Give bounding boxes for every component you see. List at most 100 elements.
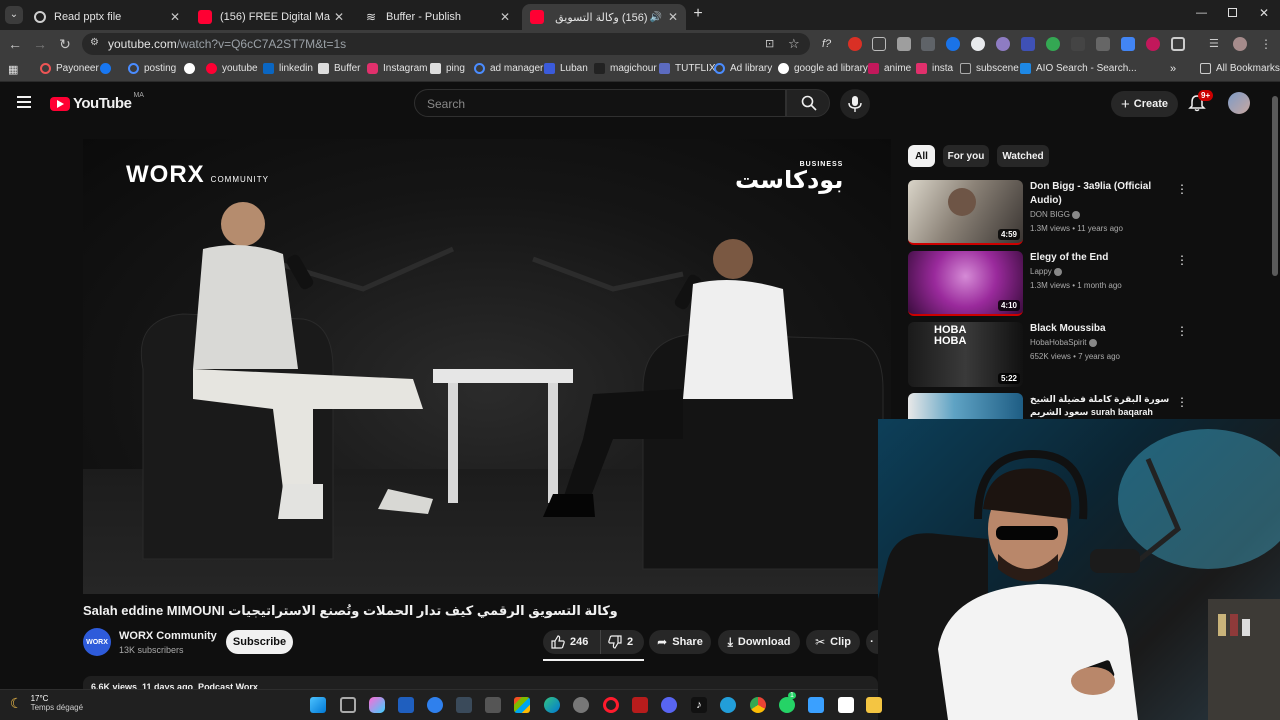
bookmark-anime[interactable]: anime [868,63,911,74]
bookmark-payoneer[interactable]: Payoneer [40,63,99,74]
extension-icon[interactable]: f? [822,37,836,51]
like-button[interactable]: 246 [543,630,601,654]
bookmark-ad-library[interactable]: Ad library [714,63,772,74]
download-button[interactable]: ⤓ Download [718,630,800,654]
more-actions-button[interactable]: · [866,630,878,654]
bookmarks-overflow-icon[interactable]: » [1170,63,1176,75]
extension-icon[interactable] [996,37,1010,51]
channel-avatar[interactable]: WORX [83,628,111,656]
subscribe-button[interactable]: Subscribe [226,630,293,654]
bookmark-subscene[interactable]: subscene [960,63,1019,74]
search-input[interactable]: Search [414,89,786,117]
search-button[interactable] [786,89,830,117]
avatar[interactable] [1228,92,1250,114]
bookmark-magichour[interactable]: magichour [594,63,657,74]
chip-watched[interactable]: Watched [997,145,1049,167]
bookmark-aio-search[interactable]: AIO Search - Search... [1020,63,1137,74]
extension-icon[interactable] [946,37,960,51]
task-view-icon[interactable] [340,697,356,713]
settings-gear-icon[interactable] [573,697,589,713]
extensions-puzzle-icon[interactable] [1171,37,1185,51]
extension-icon[interactable] [921,37,935,51]
bookmark-star-icon[interactable]: ☆ [788,36,800,52]
apps-grid-icon[interactable]: ▦ [8,63,18,76]
copilot-icon[interactable] [369,697,385,713]
app-icon[interactable] [661,697,677,713]
recommendation-item[interactable]: HOBA HOBA 5:22 Black Moussiba HobaHobaSp… [908,322,1248,388]
recommendation-item[interactable]: سورة البقرة كاملة فضيلة الشيخ سعود الشري… [908,393,1248,419]
microsoft-store-icon[interactable] [514,697,530,713]
bookmark-youtube[interactable]: youtube [206,63,258,74]
address-bar[interactable]: ⚙ youtube.com/watch?v=Q6cC7A2ST7M&t=1s ⊡… [82,33,810,55]
speaker-icon[interactable]: 🔊 [650,12,662,23]
bookmark-buffer[interactable]: Buffer [318,63,361,74]
extension-icon[interactable] [872,37,886,51]
tab-buffer[interactable]: ≋ Buffer - Publish ✕ [356,4,518,30]
app-icon[interactable] [398,697,414,713]
tab-search-button[interactable]: ⌄ [5,6,23,24]
share-button[interactable]: ➦ Share [649,630,711,654]
back-button[interactable]: ← [6,35,24,53]
tiktok-icon[interactable]: ♪ [691,697,707,713]
close-icon[interactable]: ✕ [330,10,348,24]
close-window-button[interactable]: ✕ [1259,6,1269,20]
bookmark-ad-manager[interactable]: ad manager [474,63,543,74]
file-explorer-icon[interactable] [866,697,882,713]
chip-all[interactable]: All [908,145,935,167]
extension-icon[interactable] [1146,37,1160,51]
menu-dots-icon[interactable]: ⋮ [1259,37,1273,51]
video-thumbnail[interactable]: HOBA HOBA 5:22 [908,322,1023,387]
profile-avatar[interactable] [1233,37,1247,51]
app-icon[interactable] [427,697,443,713]
bookmark-linkedin[interactable]: linkedin [263,63,313,74]
whatsapp-icon[interactable]: 1 [779,692,796,713]
dislike-button[interactable]: 2 [601,630,633,654]
close-icon[interactable]: ✕ [166,10,184,24]
recommendation-item[interactable]: 4:59 Don Bigg - 3a9lia (Official Audio) … [908,180,1248,246]
close-icon[interactable]: ✕ [664,10,682,24]
new-tab-button[interactable]: + [690,6,706,22]
extension-icon[interactable] [897,37,911,51]
reading-list-icon[interactable]: ☰ [1209,37,1223,51]
reload-button[interactable]: ↻ [56,35,74,53]
video-thumbnail[interactable] [908,393,1023,419]
video-thumbnail[interactable]: 4:10 [908,251,1023,316]
bookmark-tutflix[interactable]: TUTFLIX [659,63,716,74]
restore-button[interactable] [1228,8,1237,17]
more-options-icon[interactable]: ⋮ [1176,395,1188,409]
install-app-icon[interactable]: ⊡ [765,37,774,50]
more-options-icon[interactable]: ⋮ [1176,182,1188,196]
app-icon[interactable] [485,697,501,713]
bookmark-insta[interactable]: insta [916,63,953,74]
bookmark-luban[interactable]: Luban [544,63,588,74]
bookmark-google[interactable] [184,63,200,74]
bookmark-posting[interactable]: posting [128,63,176,74]
chrome-icon[interactable] [750,697,766,713]
recommendation-item[interactable]: 4:10 Elegy of the End Lappy 1.3M views •… [908,251,1248,317]
all-bookmarks[interactable]: All Bookmarks [1200,63,1280,74]
extension-icon[interactable] [971,37,985,51]
bookmark-ping[interactable]: ping [430,63,465,74]
weather-widget[interactable]: ☾ 17°C Temps dégagé [10,694,83,712]
video-thumbnail[interactable]: 4:59 [908,180,1023,245]
edge-icon[interactable] [544,697,560,713]
site-info-icon[interactable]: ⚙ [90,37,99,48]
chip-for-you[interactable]: For you [943,145,989,167]
extension-icon[interactable] [1021,37,1035,51]
extension-icon[interactable] [1121,37,1135,51]
more-options-icon[interactable]: ⋮ [1176,324,1188,338]
notifications-button[interactable]: 9+ [1188,90,1214,114]
forward-button[interactable]: → [31,35,49,53]
voice-search-button[interactable] [840,89,870,119]
opera-icon[interactable] [603,697,619,713]
extension-icon[interactable] [1096,37,1110,51]
clip-button[interactable]: ✂ Clip [806,630,860,654]
app-icon[interactable] [456,697,472,713]
photos-icon[interactable] [808,697,824,713]
extension-icon[interactable] [848,37,862,51]
tab-free-digital-marketing[interactable]: (156) FREE Digital Marketing Co ✕ [190,4,352,30]
close-icon[interactable]: ✕ [496,10,514,24]
windows-start-icon[interactable] [310,697,326,713]
bookmark-facebook[interactable] [100,63,116,74]
channel-name[interactable]: WORX Community [119,630,217,642]
